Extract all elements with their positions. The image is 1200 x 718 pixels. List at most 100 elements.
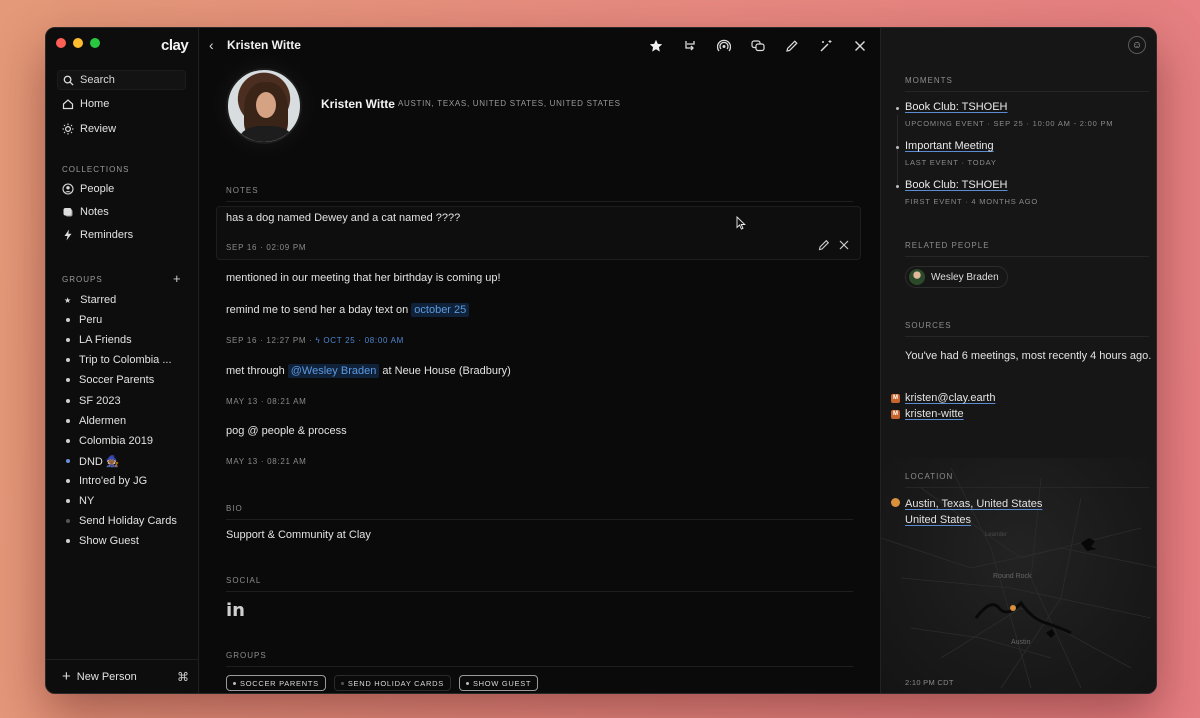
- group-item-label: DND 🧙🏾: [79, 455, 120, 468]
- notes-heading: NOTES: [226, 186, 259, 195]
- moment-item[interactable]: Book Club: TSHOEH FIRST EVENT · 4 MONTHS…: [905, 179, 1038, 206]
- map-pin-icon: [1010, 605, 1016, 611]
- detail-toolbar: [646, 36, 870, 56]
- source-link-email[interactable]: M kristen@clay.earth: [891, 392, 995, 404]
- group-item[interactable]: SF 2023: [66, 395, 121, 407]
- group-item[interactable]: NY: [66, 495, 94, 507]
- group-item-label: Show Guest: [79, 535, 139, 548]
- delete-note-icon[interactable]: [838, 239, 850, 251]
- moment-title[interactable]: Book Club: TSHOEH: [905, 179, 1038, 191]
- app-window: clay Search Home Review COLLECTIONS Peop…: [45, 27, 1157, 694]
- moment-item[interactable]: Book Club: TSHOEH UPCOMING EVENT · SEP 2…: [905, 101, 1113, 128]
- new-person-button[interactable]: + New Person ⌘: [46, 659, 199, 693]
- search-input[interactable]: Search: [57, 70, 186, 90]
- group-item[interactable]: Send Holiday Cards: [66, 515, 177, 527]
- group-item[interactable]: ★ Starred: [64, 294, 117, 306]
- source-link-linkedin[interactable]: M kristen-witte: [891, 408, 964, 420]
- broadcast-icon[interactable]: [714, 36, 734, 56]
- location-link[interactable]: Austin, Texas, United States United Stat…: [891, 496, 1042, 528]
- group-dot-icon: [66, 499, 70, 503]
- group-item[interactable]: Peru: [66, 314, 102, 326]
- related-person-name: Wesley Braden: [931, 271, 999, 283]
- note-text[interactable]: remind me to send her a bday text on oct…: [226, 303, 470, 317]
- group-dot-icon: [66, 378, 70, 383]
- group-item[interactable]: Intro'ed by JG: [66, 475, 147, 487]
- note-text-segment: remind me to send her a bday text on: [226, 304, 409, 316]
- bio-text[interactable]: Support & Community at Clay: [226, 529, 371, 541]
- collection-people-label: People: [80, 183, 115, 195]
- group-tags: SOCCER PARENTS SEND HOLIDAY CARDS SHOW G…: [226, 675, 539, 691]
- reminder-time-text: OCT 25 · 08:00 AM: [323, 336, 405, 345]
- pencil-icon[interactable]: [782, 36, 802, 56]
- magic-icon[interactable]: [816, 36, 836, 56]
- command-menu-icon[interactable]: ⌘: [177, 670, 189, 684]
- note-text[interactable]: pog @ people & process: [226, 425, 347, 437]
- bio-heading: BIO: [226, 504, 243, 513]
- note-time: SEP 16 · 12:27 PM ·: [226, 336, 313, 345]
- group-dot-icon: [66, 478, 70, 483]
- timeline-dot: [896, 107, 899, 110]
- group-item-label: Colombia 2019: [79, 434, 153, 447]
- nav-home[interactable]: Home: [62, 98, 109, 110]
- groups-section-heading: GROUPS: [226, 651, 267, 660]
- group-item[interactable]: Trip to Colombia ...: [66, 354, 172, 366]
- sources-heading: SOURCES: [905, 321, 952, 330]
- close-window-button[interactable]: [56, 38, 66, 48]
- note-text-segment: met through: [226, 365, 285, 377]
- group-item[interactable]: Colombia 2019: [66, 435, 153, 447]
- star-icon[interactable]: [646, 36, 666, 56]
- related-person-chip[interactable]: Wesley Braden: [905, 266, 1008, 288]
- note-text[interactable]: has a dog named Dewey and a cat named ??…: [226, 212, 460, 224]
- person-mention-link[interactable]: @Wesley Braden: [287, 364, 380, 378]
- group-tag[interactable]: SOCCER PARENTS: [226, 675, 326, 691]
- notes-icon: [63, 208, 73, 217]
- mouse-cursor-icon: [736, 216, 746, 230]
- linkedin-icon[interactable]: in: [226, 600, 245, 621]
- person-detail: ‹ Kristen Witte Kristen Witte AUSTIN, TE…: [200, 28, 880, 693]
- collection-people[interactable]: People: [62, 183, 114, 195]
- reminder-time[interactable]: ϟ OCT 25 · 08:00 AM: [315, 336, 404, 345]
- new-person-label: New Person: [76, 670, 137, 683]
- group-tag-label: SEND HOLIDAY CARDS: [347, 678, 444, 688]
- group-item[interactable]: Soccer Parents: [66, 374, 154, 386]
- divider: [905, 487, 1149, 488]
- add-group-button[interactable]: +: [173, 271, 181, 286]
- group-item[interactable]: DND 🧙🏾: [66, 455, 120, 468]
- moment-subtitle: LAST EVENT · TODAY: [905, 158, 997, 167]
- location-map[interactable]: Round Rock Leander Austin: [881, 458, 1156, 693]
- note-actions: [818, 239, 850, 251]
- close-icon[interactable]: [850, 36, 870, 56]
- map-label-round-rock: Round Rock: [993, 573, 1032, 580]
- group-item[interactable]: LA Friends: [66, 334, 132, 346]
- group-tag[interactable]: SHOW GUEST: [458, 675, 539, 691]
- date-link[interactable]: october 25: [411, 303, 470, 317]
- group-dot-icon: [66, 418, 70, 423]
- moment-title[interactable]: Important Meeting: [905, 140, 997, 152]
- note-text[interactable]: met through @Wesley Braden at Neue House…: [226, 364, 511, 378]
- reminder-bolt-icon: ϟ: [315, 336, 321, 345]
- note-text-segment: at Neue House (Bradbury): [382, 365, 511, 377]
- chat-icon[interactable]: [748, 36, 768, 56]
- nav-review[interactable]: Review: [62, 123, 116, 135]
- search-label: Search: [80, 74, 115, 86]
- profile-face-icon[interactable]: ☺: [1128, 36, 1146, 54]
- zoom-window-button[interactable]: [90, 38, 100, 48]
- moment-item[interactable]: Important Meeting LAST EVENT · TODAY: [905, 140, 997, 167]
- minimize-window-button[interactable]: [73, 38, 83, 48]
- avatar[interactable]: [226, 68, 302, 144]
- merge-icon[interactable]: [680, 36, 700, 56]
- group-item[interactable]: Show Guest: [66, 535, 139, 547]
- nav-review-label: Review: [80, 123, 117, 135]
- group-dot-icon: [66, 519, 70, 524]
- collection-notes[interactable]: Notes: [62, 206, 109, 218]
- edit-note-icon[interactable]: [818, 239, 830, 251]
- note-text[interactable]: mentioned in our meeting that her birthd…: [226, 272, 501, 284]
- back-button[interactable]: ‹: [209, 37, 214, 53]
- window-controls: [56, 38, 100, 48]
- location-line-1: Austin, Texas, United States: [905, 498, 1043, 510]
- collection-reminders[interactable]: Reminders: [62, 229, 133, 241]
- group-item[interactable]: Aldermen: [66, 415, 126, 427]
- group-item-label: Starred: [80, 294, 117, 306]
- moment-title[interactable]: Book Club: TSHOEH: [905, 101, 1113, 113]
- group-tag[interactable]: SEND HOLIDAY CARDS: [333, 675, 451, 691]
